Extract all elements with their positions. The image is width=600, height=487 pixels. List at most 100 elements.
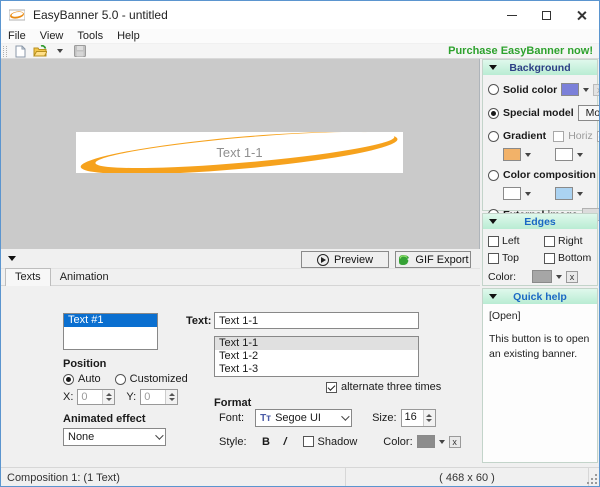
gradient-to-swatch[interactable] — [555, 148, 573, 161]
gif-export-button[interactable]: GIF Export — [395, 251, 471, 268]
edge-left-label: Left — [502, 235, 520, 247]
animated-effect-value: None — [68, 431, 94, 443]
gradient-to-dropdown-icon[interactable] — [577, 153, 583, 157]
y-value: 0 — [141, 390, 165, 404]
special-model-label: Special model — [503, 107, 574, 119]
close-button[interactable] — [564, 1, 599, 29]
x-spinner-arrows[interactable] — [102, 390, 114, 404]
quick-help-panel-title: Quick help — [483, 291, 597, 303]
text-variants-listbox[interactable]: Text 1-1 Text 1-2 Text 1-3 — [214, 336, 419, 377]
list-item[interactable]: Text 1-1 — [215, 337, 418, 350]
gradient-radio[interactable] — [488, 131, 499, 142]
size-spinner[interactable]: 16 — [401, 409, 436, 427]
edge-right-checkbox[interactable] — [544, 236, 555, 247]
save-button[interactable] — [73, 45, 87, 58]
save-icon — [74, 45, 86, 57]
color-dropdown-arrow-icon[interactable] — [439, 440, 445, 444]
font-label: Font: — [219, 412, 244, 424]
special-model-radio[interactable] — [488, 108, 499, 119]
gradient-from-swatch[interactable] — [503, 148, 521, 161]
app-icon — [9, 7, 25, 23]
maximize-icon — [542, 11, 551, 20]
menu-bar: File View Tools Help — [1, 29, 599, 44]
animated-effect-dropdown[interactable]: None — [63, 428, 166, 446]
edge-bottom-checkbox[interactable] — [544, 253, 555, 264]
position-customized-radio[interactable] — [115, 374, 126, 385]
text-input[interactable]: Text 1-1 — [214, 312, 419, 329]
edge-bottom-label: Bottom — [558, 252, 591, 264]
color-composition-radio[interactable] — [488, 170, 499, 181]
position-auto-radio[interactable] — [63, 374, 74, 385]
text-items-listbox[interactable]: Text #1 — [63, 313, 158, 350]
design-canvas[interactable]: Text 1-1 — [1, 59, 480, 249]
italic-button[interactable]: / — [278, 434, 293, 449]
banner-preview[interactable]: Text 1-1 — [76, 132, 403, 173]
solid-color-swatch[interactable] — [561, 83, 579, 96]
edge-top-checkbox[interactable] — [488, 253, 499, 264]
x-spinner[interactable]: 0 — [77, 389, 115, 405]
font-dropdown[interactable]: Tт Segoe UI — [255, 409, 352, 427]
collapse-panel-icon[interactable] — [8, 256, 16, 261]
open-file-button[interactable] — [33, 45, 47, 58]
solid-color-dropdown-icon[interactable] — [583, 88, 589, 92]
solid-color-clear-button[interactable]: x — [593, 84, 600, 96]
tab-texts[interactable]: Texts — [5, 268, 51, 286]
quick-help-panel-header[interactable]: Quick help — [483, 289, 597, 304]
banner-text: Text 1-1 — [76, 132, 403, 173]
edge-left-checkbox[interactable] — [488, 236, 499, 247]
list-item[interactable]: Text #1 — [64, 314, 157, 327]
new-file-button[interactable] — [13, 45, 27, 58]
position-auto-label: Auto — [78, 373, 101, 385]
shadow-label: Shadow — [318, 436, 358, 448]
size-label: Size: — [372, 412, 396, 424]
open-dropdown-button[interactable] — [53, 45, 67, 58]
alternate-checkbox[interactable] — [326, 382, 337, 393]
edge-right-label: Right — [558, 235, 583, 247]
menu-file[interactable]: File — [1, 29, 33, 43]
format-label: Format — [214, 397, 251, 409]
composition-a-swatch[interactable] — [503, 187, 521, 200]
text-input-value: Text 1-1 — [219, 315, 258, 327]
size-spinner-arrows[interactable] — [423, 410, 435, 426]
y-spinner-arrows[interactable] — [165, 390, 177, 404]
composition-b-swatch[interactable] — [555, 187, 573, 200]
style-label: Style: — [219, 436, 247, 448]
y-spinner[interactable]: 0 — [140, 389, 178, 405]
edge-color-swatch[interactable] — [532, 270, 552, 283]
truetype-icon: Tт — [260, 413, 271, 424]
minimize-button[interactable] — [494, 1, 529, 29]
bold-button[interactable]: B — [259, 434, 274, 449]
quick-help-text: This button is to open an existing banne… — [489, 332, 591, 362]
text-color-clear-button[interactable]: x — [449, 436, 461, 448]
composition-a-dropdown-icon[interactable] — [525, 192, 531, 196]
menu-view[interactable]: View — [33, 29, 71, 43]
edge-color-dropdown-icon[interactable] — [556, 275, 562, 279]
solid-color-radio[interactable] — [488, 84, 499, 95]
edge-color-clear-button[interactable]: x — [566, 271, 578, 283]
collapse-background-icon[interactable] — [489, 65, 497, 70]
preview-button[interactable]: Preview — [301, 251, 389, 268]
shadow-checkbox[interactable] — [303, 436, 314, 447]
background-panel-header[interactable]: Background — [483, 60, 597, 75]
menu-help[interactable]: Help — [110, 29, 147, 43]
purchase-link[interactable]: Purchase EasyBanner now! — [448, 45, 593, 57]
edges-panel-header[interactable]: Edges — [483, 214, 597, 229]
quick-help-command: [Open] — [489, 310, 591, 322]
collapse-edges-icon[interactable] — [489, 219, 497, 224]
status-composition: Composition 1: (1 Text) — [1, 468, 346, 487]
gradient-horiz-checkbox[interactable] — [553, 131, 564, 142]
text-color-label: Color: — [383, 436, 412, 448]
status-banner-size: ( 468 x 60 ) — [346, 468, 589, 487]
collapse-quick-help-icon[interactable] — [489, 294, 497, 299]
modify-button[interactable]: Modify — [578, 105, 600, 121]
text-color-swatch[interactable] — [417, 435, 435, 448]
action-bar: Preview GIF Export — [1, 249, 480, 269]
list-item[interactable]: Text 1-3 — [215, 363, 418, 376]
list-item[interactable]: Text 1-2 — [215, 350, 418, 363]
tab-animation[interactable]: Animation — [51, 269, 118, 285]
menu-tools[interactable]: Tools — [70, 29, 110, 43]
maximize-button[interactable] — [529, 1, 564, 29]
gradient-from-dropdown-icon[interactable] — [525, 153, 531, 157]
composition-b-dropdown-icon[interactable] — [577, 192, 583, 196]
resize-grip[interactable] — [587, 474, 597, 484]
